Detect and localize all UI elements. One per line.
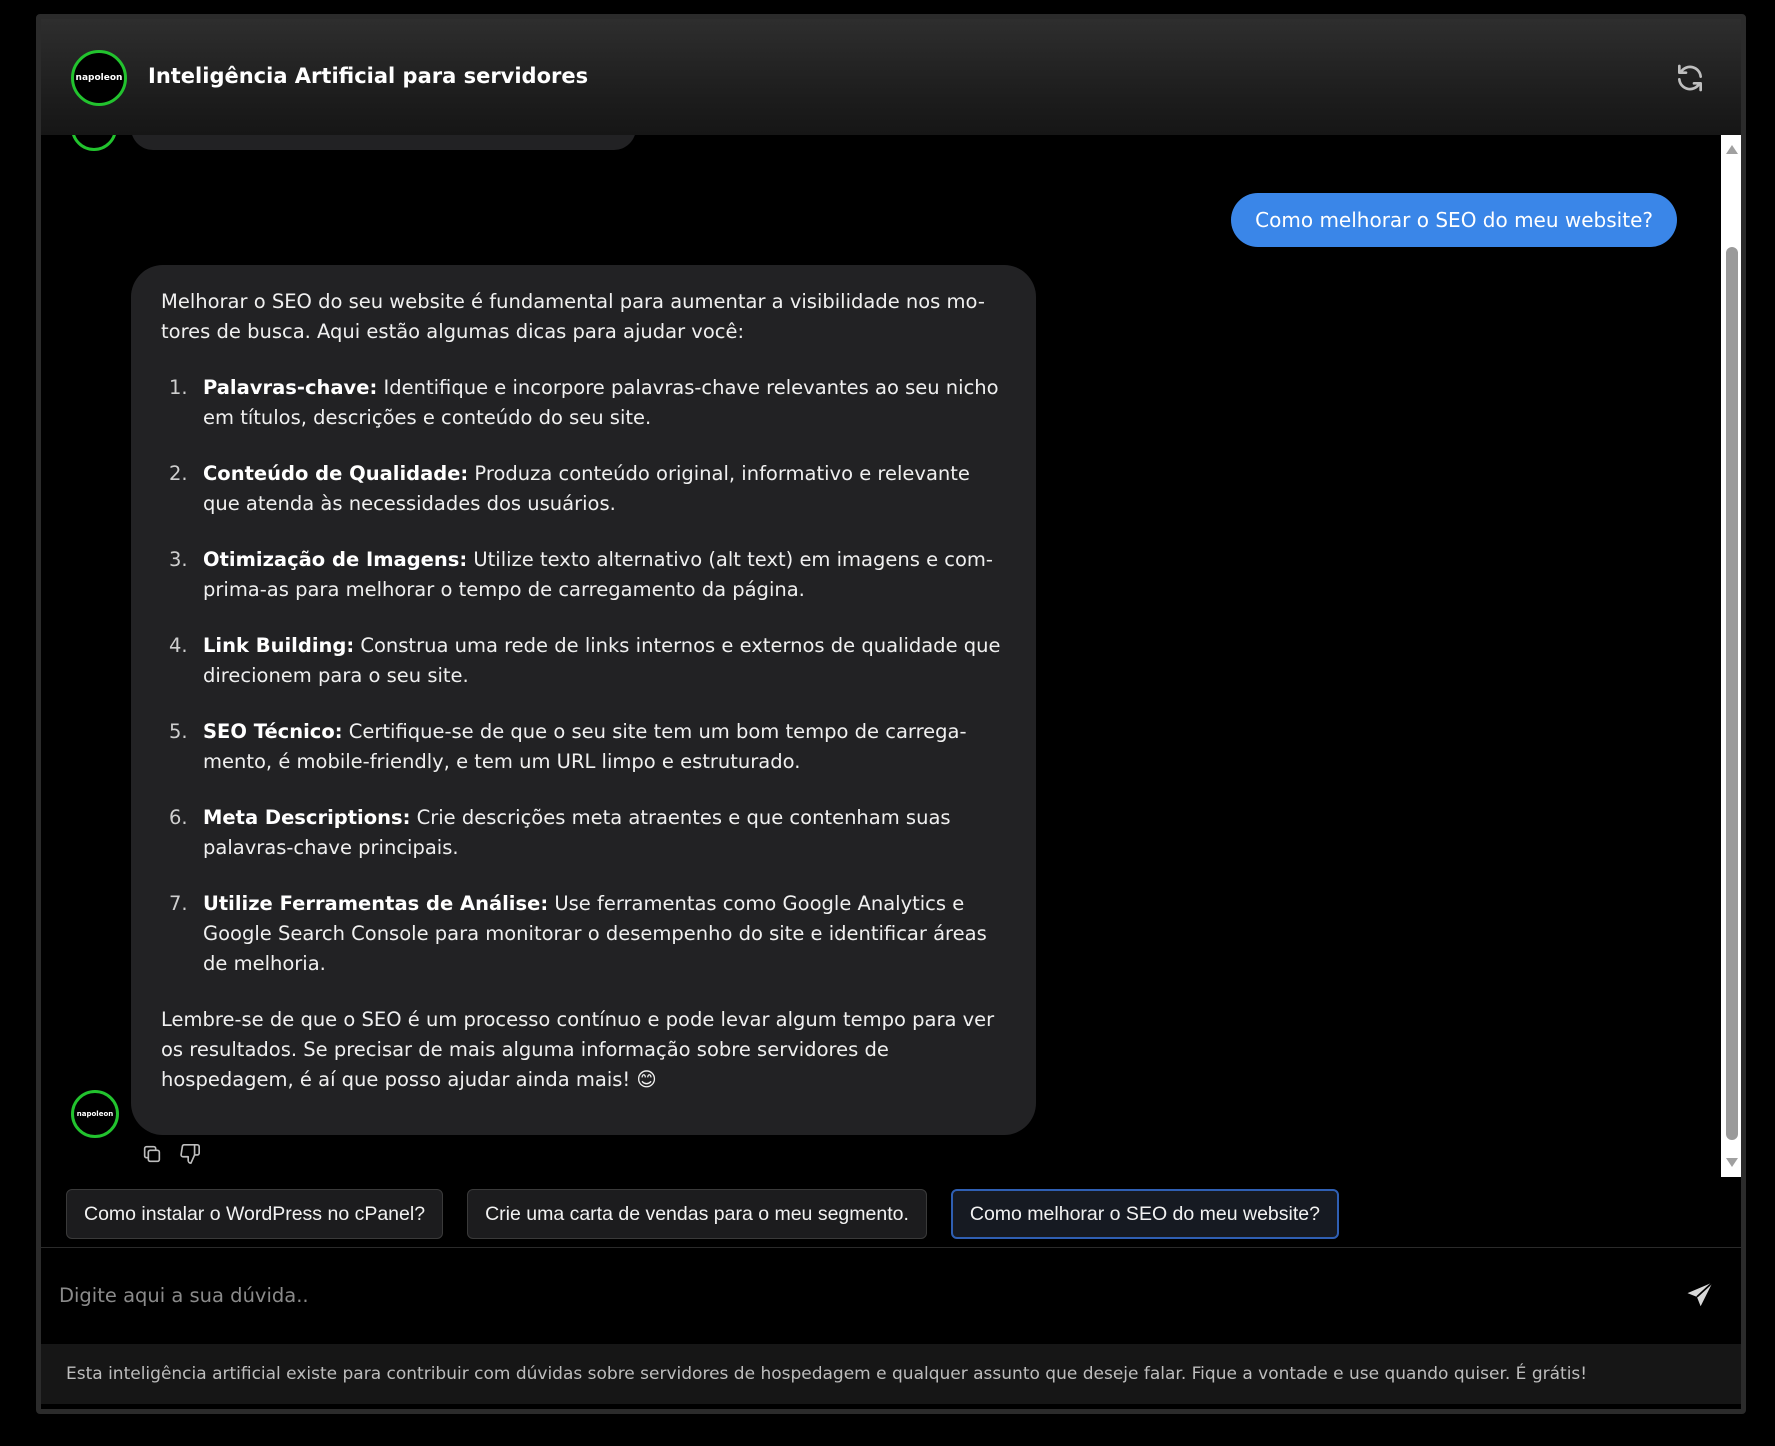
list-item: 1. Palavras-chave: Identifique e incorpor… [169,376,999,429]
list-item: 5. SEO Técnico: Certifique-se de que o se… [169,720,967,773]
scroll-thumb[interactable] [1726,247,1738,1140]
logo-text: napoleon [75,73,123,83]
list-item: 2. Conteúdo de Qualidade: Produza conteúd… [169,462,970,515]
send-icon[interactable] [1685,1280,1715,1310]
suggestion-chip-seo[interactable]: Como melhorar o SEO do meu website? [950,1189,1339,1239]
list-item: 7. Utilize Ferramentas de Análise: Use fe… [169,892,987,975]
tips-list: 1. Palavras-chave: Identifique e incorpor… [161,373,1008,979]
message-actions [141,1143,201,1165]
refresh-icon[interactable] [1674,62,1706,94]
scrollbar[interactable] [1721,135,1741,1177]
suggestion-chip-wordpress[interactable]: Como instalar o WordPress no cPanel? [66,1189,444,1239]
message-input[interactable] [59,1270,1599,1320]
bot-avatar: napoleon [71,1090,119,1138]
list-item: 4. Link Building: Construa uma rede de li… [169,634,1001,687]
bot-message: Melhorar o SEO do seu website é fundamen… [131,265,1036,1135]
suggestion-chips: Como instalar o WordPress no cPanel? Cri… [66,1189,1339,1239]
previous-bot-avatar [71,135,117,151]
footer-disclaimer: Esta inteligência artificial existe para… [41,1344,1741,1404]
bot-avatar-text: napoleon [76,1110,114,1118]
user-message: Como melhorar o SEO do meu website? [1231,193,1677,247]
scroll-down-arrow-icon[interactable] [1726,1158,1738,1167]
suggestion-chip-sales-letter[interactable]: Crie uma carta de vendas para o meu segm… [467,1189,927,1239]
logo-avatar: napoleon [71,50,127,106]
thumbs-down-icon[interactable] [179,1143,201,1165]
header: napoleon Inteligência Artificial para se… [41,19,1741,135]
message-list[interactable]: Como melhorar o SEO do meu website? Melh… [41,135,1721,1177]
previous-bot-message [131,135,636,150]
bot-outro: Lembre-se de que o SEO é um processo con… [161,1008,995,1091]
list-item: 3. Otimização de Imagens: Utilize texto a… [169,548,993,601]
input-row [41,1248,1741,1344]
copy-icon[interactable] [141,1143,163,1165]
scroll-up-arrow-icon[interactable] [1726,145,1738,154]
page-title: Inteligência Artificial para servidores [148,64,589,88]
bot-intro: Melhorar o SEO do seu website é fundamen… [161,290,985,343]
chat-window: napoleon Inteligência Artificial para se… [36,14,1746,1414]
list-item: 6. Meta Descriptions: Crie descrições met… [169,806,951,859]
